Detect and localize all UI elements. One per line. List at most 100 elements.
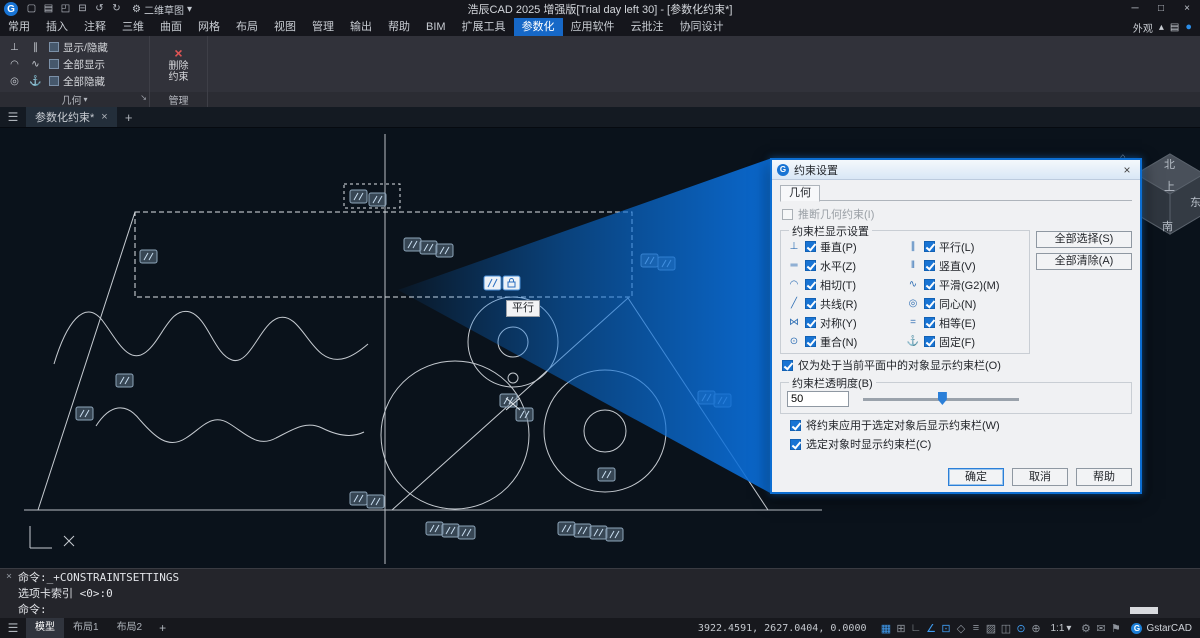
settings-icon[interactable]: ⚙ bbox=[1078, 622, 1093, 635]
transparency-input[interactable] bbox=[787, 391, 849, 407]
show-all-button[interactable]: 全部显示 bbox=[46, 56, 149, 72]
flag-icon[interactable]: ⚑ bbox=[1108, 622, 1123, 635]
show-hide-button[interactable]: 显示/隐藏 bbox=[46, 39, 149, 55]
perpendicular-checkbox[interactable] bbox=[805, 241, 816, 252]
maximize-button[interactable]: □ bbox=[1148, 0, 1174, 18]
show-after-apply-checkbox[interactable] bbox=[790, 420, 801, 431]
print-icon[interactable]: ⊟ bbox=[74, 0, 91, 18]
command-scrollbar[interactable] bbox=[1130, 607, 1158, 614]
tangent-checkbox[interactable] bbox=[805, 279, 816, 290]
tab-geometry[interactable]: 几何 bbox=[780, 185, 820, 202]
document-menu-icon[interactable]: ☰ bbox=[0, 107, 26, 127]
constraint-badge[interactable] bbox=[598, 468, 615, 481]
layout-tab-model[interactable]: 模型 bbox=[26, 618, 64, 638]
vertical-checkbox[interactable] bbox=[924, 260, 935, 271]
annotation-scale-control[interactable]: 1:1 ▾ bbox=[1051, 623, 1072, 634]
select-all-button[interactable]: 全部选择(S) bbox=[1036, 231, 1132, 248]
dialog-title-bar[interactable]: G 约束设置 × bbox=[772, 160, 1140, 180]
close-button[interactable]: × bbox=[1174, 0, 1200, 18]
ribbon-tab-home[interactable]: 常用 bbox=[0, 18, 38, 36]
message-icon[interactable]: ✉ bbox=[1093, 622, 1108, 635]
ribbon-tab-bim[interactable]: BIM bbox=[418, 18, 454, 36]
grid-icon[interactable]: ▦ bbox=[879, 622, 894, 635]
selection-cycling-icon[interactable]: ◫ bbox=[999, 622, 1014, 635]
concentric-tool-icon[interactable]: ◎ bbox=[4, 74, 25, 89]
document-tab[interactable]: 参数化约束* × bbox=[26, 107, 117, 127]
smooth-checkbox[interactable] bbox=[924, 279, 935, 290]
infer-constraints-checkbox[interactable] bbox=[782, 209, 793, 220]
undo-icon[interactable]: ↺ bbox=[91, 0, 108, 18]
horizontal-checkbox[interactable] bbox=[805, 260, 816, 271]
constraint-badge[interactable] bbox=[458, 526, 475, 539]
ribbon-tab-express[interactable]: 扩展工具 bbox=[454, 18, 514, 36]
smooth-tool-icon[interactable]: ∿ bbox=[25, 57, 46, 72]
constraint-badge[interactable] bbox=[420, 241, 437, 254]
constraint-badge[interactable] bbox=[558, 522, 575, 535]
constraint-badge[interactable] bbox=[574, 524, 591, 537]
document-tab-close-icon[interactable]: × bbox=[101, 111, 107, 123]
help-button[interactable]: 帮助 bbox=[1076, 468, 1132, 486]
app-logo-icon[interactable]: G bbox=[4, 2, 18, 16]
ribbon-tab-view[interactable]: 视图 bbox=[266, 18, 304, 36]
coincident-checkbox[interactable] bbox=[805, 336, 816, 347]
appearance-label[interactable]: 外观 bbox=[1133, 20, 1153, 35]
constraint-badge[interactable] bbox=[140, 250, 157, 263]
constraint-badge[interactable] bbox=[516, 408, 533, 421]
transparency-slider[interactable] bbox=[863, 392, 1019, 406]
constraint-badge[interactable] bbox=[436, 244, 453, 257]
ribbon-tab-parametric[interactable]: 参数化 bbox=[514, 18, 563, 36]
new-document-tab-button[interactable]: + bbox=[117, 107, 141, 127]
constraint-badge[interactable] bbox=[116, 374, 133, 387]
lock-badge[interactable] bbox=[503, 276, 520, 290]
ribbon-tab-mesh[interactable]: 网格 bbox=[190, 18, 228, 36]
ribbon-tab-insert[interactable]: 插入 bbox=[38, 18, 76, 36]
layout-tab-layout1[interactable]: 布局1 bbox=[64, 618, 108, 638]
constraint-badge[interactable] bbox=[590, 526, 607, 539]
constraint-badge[interactable] bbox=[426, 522, 443, 535]
ribbon-tab-cloud-markup[interactable]: 云批注 bbox=[623, 18, 672, 36]
ribbon-tab-manage[interactable]: 管理 bbox=[304, 18, 342, 36]
equal-checkbox[interactable] bbox=[924, 317, 935, 328]
symmetric-checkbox[interactable] bbox=[805, 317, 816, 328]
constraint-badge[interactable] bbox=[369, 193, 386, 206]
annotation-scale-icon[interactable]: ⊙ bbox=[1014, 622, 1029, 635]
constraint-badge[interactable] bbox=[350, 190, 367, 203]
slider-thumb[interactable] bbox=[938, 392, 947, 405]
parallel-checkbox[interactable] bbox=[924, 241, 935, 252]
lineweight-icon[interactable]: ≡ bbox=[969, 622, 984, 634]
show-on-select-checkbox[interactable] bbox=[790, 439, 801, 450]
tangent-tool-icon[interactable]: ◠ bbox=[4, 57, 25, 72]
ortho-icon[interactable]: ∟ bbox=[909, 622, 924, 634]
clear-all-button[interactable]: 全部清除(A) bbox=[1036, 253, 1132, 270]
constraint-badge[interactable] bbox=[404, 238, 421, 251]
ribbon-tab-output[interactable]: 输出 bbox=[342, 18, 380, 36]
ribbon-tab-collaboration[interactable]: 协同设计 bbox=[672, 18, 732, 36]
osnap-icon[interactable]: ⊡ bbox=[939, 622, 954, 635]
minimize-button[interactable]: ─ bbox=[1122, 0, 1148, 18]
workspace-switch-icon[interactable]: ⊕ bbox=[1029, 622, 1044, 635]
only-current-plane-checkbox[interactable] bbox=[782, 360, 793, 371]
constraint-badge[interactable] bbox=[442, 524, 459, 537]
save-icon[interactable]: ◰ bbox=[57, 0, 74, 18]
command-input-line[interactable]: 命令: bbox=[18, 602, 1200, 618]
otrack-icon[interactable]: ◇ bbox=[954, 622, 969, 635]
new-icon[interactable]: ▢ bbox=[23, 0, 40, 18]
fix-tool-icon[interactable]: ⚓ bbox=[25, 74, 46, 89]
panel-toggle-icon[interactable]: ▤ bbox=[1170, 22, 1179, 33]
hide-all-button[interactable]: 全部隐藏 bbox=[46, 73, 149, 89]
selected-constraint-badge[interactable] bbox=[484, 276, 501, 290]
transparency-icon[interactable]: ▨ bbox=[984, 622, 999, 635]
command-close-icon[interactable]: × bbox=[6, 571, 12, 582]
workspace-switcher[interactable]: ⚙ 二维草图 ▾ bbox=[125, 2, 199, 17]
constraint-badge[interactable] bbox=[606, 528, 623, 541]
ribbon-tab-surface[interactable]: 曲面 bbox=[152, 18, 190, 36]
ribbon-tab-apps[interactable]: 应用软件 bbox=[563, 18, 623, 36]
constraint-badge[interactable] bbox=[350, 492, 367, 505]
ribbon-tab-help[interactable]: 帮助 bbox=[380, 18, 418, 36]
constraint-badge[interactable] bbox=[76, 407, 93, 420]
ok-button[interactable]: 确定 bbox=[948, 468, 1004, 486]
parallel-tool-icon[interactable]: ∥ bbox=[25, 40, 46, 55]
ribbon-tab-annotate[interactable]: 注释 bbox=[76, 18, 114, 36]
cancel-button[interactable]: 取消 bbox=[1012, 468, 1068, 486]
status-menu-icon[interactable]: ☰ bbox=[0, 621, 26, 635]
